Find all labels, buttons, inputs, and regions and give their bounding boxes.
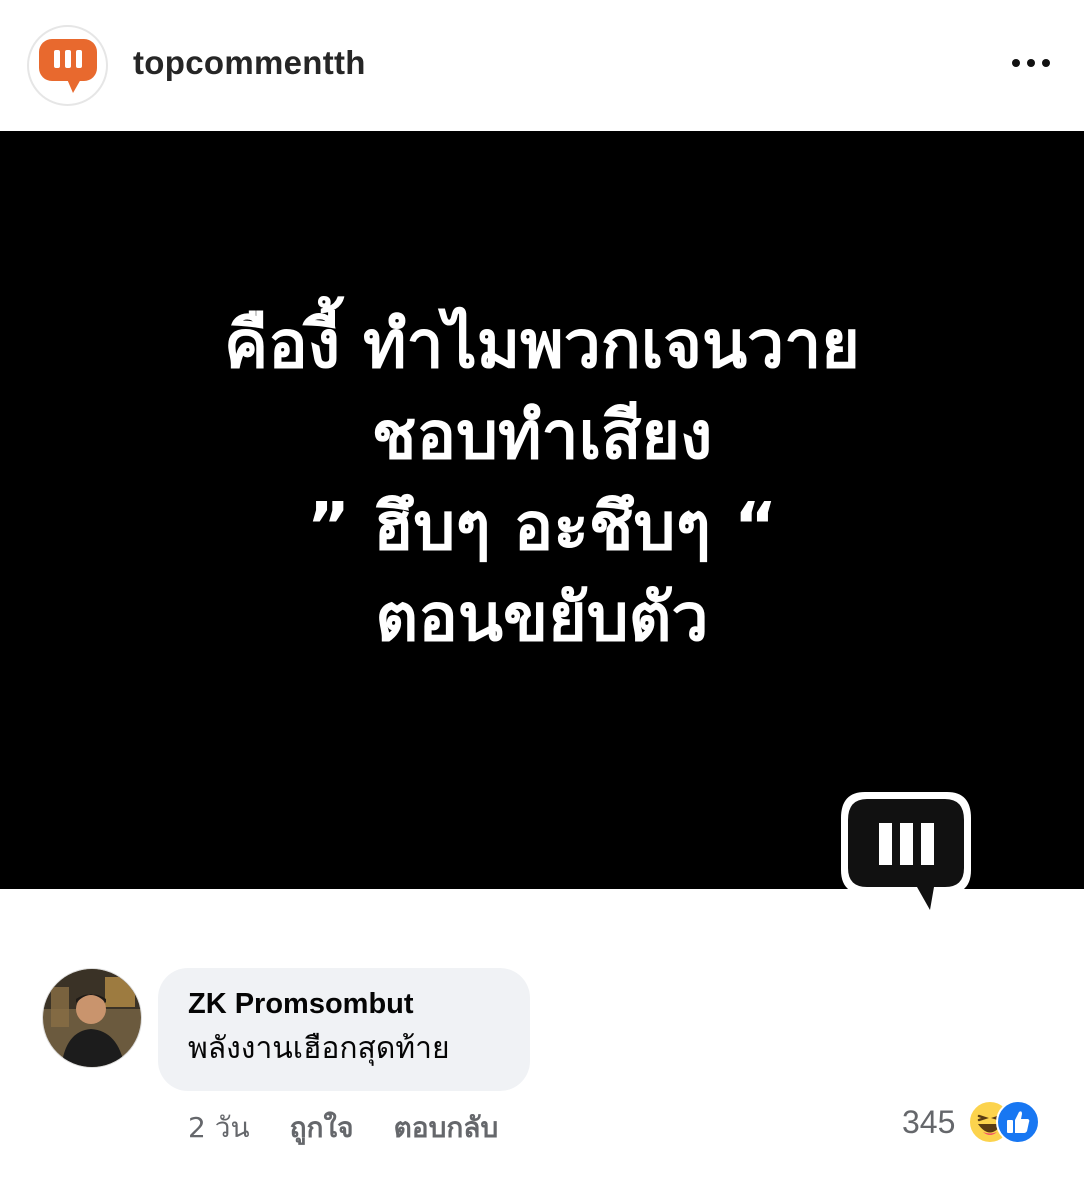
reply-button[interactable]: ตอบกลับ (394, 1106, 499, 1150)
post-line: คืองี้ ทำไมพวกเจนวาย (224, 306, 860, 383)
speech-bubble-logo-icon (39, 39, 97, 93)
reaction-summary[interactable]: 345 (902, 1099, 1045, 1145)
username[interactable]: topcommentth (133, 44, 366, 82)
more-options-button[interactable] (1006, 48, 1056, 78)
comment-text: พลังงานเฮือกสุดท้าย (188, 1031, 450, 1066)
post-header: topcommentth (0, 0, 1084, 131)
post-image[interactable]: คืองี้ ทำไมพวกเจนวาย ชอบทำเสียง ” ฮึบๆ อ… (0, 131, 1084, 889)
comment-bubble: ZK Promsombut พลังงานเฮือกสุดท้าย (158, 968, 530, 1091)
reaction-count: 345 (902, 1103, 956, 1140)
comment-timestamp[interactable]: 2 วัน (188, 1106, 250, 1150)
commenter-avatar[interactable] (42, 968, 142, 1068)
comment-author[interactable]: ZK Promsombut (188, 988, 500, 1021)
post-line: ” ฮึบๆ อะชึบๆ “ (306, 488, 778, 565)
watermark-logo-icon (841, 792, 971, 922)
more-options-icon (1012, 59, 1020, 67)
post-caption-text: คืองี้ ทำไมพวกเจนวาย ชอบทำเสียง ” ฮึบๆ อ… (0, 299, 1084, 663)
comment-actions: 2 วัน ถูกใจ ตอบกลับ (188, 1106, 538, 1150)
post-line: ตอนขยับตัว (375, 579, 709, 656)
post-line: ชอบทำเสียง (371, 397, 713, 474)
like-reaction-icon (996, 1100, 1041, 1144)
like-button[interactable]: ถูกใจ (290, 1106, 354, 1150)
